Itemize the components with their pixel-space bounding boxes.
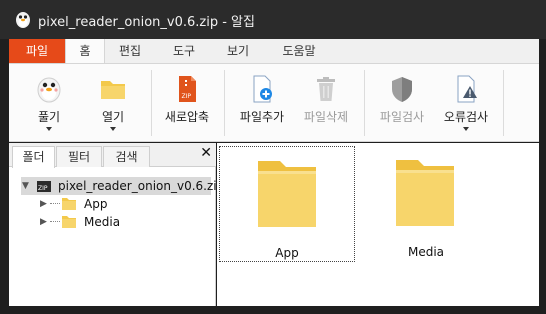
extract-mascot-icon <box>37 77 61 103</box>
tab-edit[interactable]: 편집 <box>107 39 153 63</box>
app-window: pixel_reader_onion_v0.6.zip - 알집 파일 홈 편집… <box>0 0 546 314</box>
add-file-button[interactable]: 파일추가 <box>231 70 293 140</box>
tab-filter[interactable]: 필터 <box>56 146 102 167</box>
tree-item-label: App <box>84 197 108 211</box>
check-file-button[interactable]: 파일검사 <box>371 70 433 140</box>
file-list-pane: App Media <box>217 143 539 306</box>
folder-icon <box>62 216 76 228</box>
tree-item-media[interactable]: ▶ Media <box>40 213 200 231</box>
left-pane-tabs: 폴더 필터 검색 ✕ <box>9 143 216 168</box>
error-check-button[interactable]: 오류검사 <box>435 70 497 140</box>
extract-button[interactable]: 풀기 <box>18 70 80 140</box>
tree-item-app[interactable]: ▶ App <box>40 195 200 213</box>
tab-home[interactable]: 홈 <box>65 39 105 64</box>
delete-file-label: 파일삭제 <box>303 110 349 124</box>
penguin-mascot-icon <box>16 12 30 28</box>
chevron-down-icon <box>46 127 52 131</box>
tree-connector <box>50 221 60 222</box>
new-zip-label: 새로압축 <box>164 110 210 124</box>
ribbon-toolbar: 풀기 열기 ZIP 새로압축 파일추가 파일삭제 파일검사 오류검사 <box>9 63 539 142</box>
collapse-arrow-icon[interactable]: ▼ <box>22 177 32 195</box>
error-check-label: 오류검사 <box>443 110 489 124</box>
open-label: 열기 <box>101 110 125 124</box>
file-item-name: Media <box>407 245 445 259</box>
expand-arrow-icon[interactable]: ▶ <box>40 195 50 213</box>
add-file-icon <box>253 75 272 103</box>
toolbar-divider <box>503 70 504 136</box>
chevron-down-icon <box>110 127 116 131</box>
open-folder-icon <box>101 81 125 99</box>
tree-item-label: Media <box>84 215 121 229</box>
tab-view[interactable]: 보기 <box>215 39 261 63</box>
toolbar-divider <box>224 70 225 136</box>
svg-text:ZIP: ZIP <box>182 93 192 100</box>
trash-icon <box>317 77 335 101</box>
window-bottom-border <box>9 306 539 314</box>
shield-icon <box>392 77 412 102</box>
close-icon[interactable]: ✕ <box>200 145 212 161</box>
check-file-label: 파일검사 <box>379 110 425 124</box>
zip-archive-icon: ZIP <box>37 181 51 192</box>
expand-arrow-icon[interactable]: ▶ <box>40 213 50 231</box>
toolbar-divider <box>364 70 365 136</box>
open-button[interactable]: 열기 <box>82 70 144 140</box>
extract-label: 풀기 <box>37 110 61 124</box>
folder-icon <box>396 160 454 226</box>
file-item-app[interactable]: App <box>219 146 355 262</box>
new-zip-button[interactable]: ZIP 새로압축 <box>156 70 218 140</box>
tree-root[interactable]: ▼ ZIP pixel_reader_onion_v0.6.zip <box>21 177 224 195</box>
delete-file-button[interactable]: 파일삭제 <box>295 70 357 140</box>
warning-file-icon <box>457 75 477 103</box>
tab-search[interactable]: 검색 <box>103 146 150 167</box>
ribbon-tab-bar: 파일 홈 편집 도구 보기 도움말 <box>9 39 539 64</box>
tree-connector <box>50 203 60 204</box>
add-file-label: 파일추가 <box>239 110 285 124</box>
svg-text:ZIP: ZIP <box>38 185 48 192</box>
tab-tools[interactable]: 도구 <box>161 39 207 63</box>
tree-root-label: pixel_reader_onion_v0.6.zip <box>58 179 225 193</box>
file-item-name: App <box>275 246 299 260</box>
tab-folders[interactable]: 폴더 <box>12 146 55 168</box>
chevron-down-icon <box>463 127 469 131</box>
toolbar-divider <box>151 70 152 136</box>
file-item-media[interactable]: Media <box>358 146 494 262</box>
folder-tree-pane: 폴더 필터 검색 ✕ ▼ ZIP pixel_reader_onion_v0.6… <box>9 143 224 306</box>
tab-file[interactable]: 파일 <box>9 39 65 63</box>
folder-icon <box>62 198 76 210</box>
zip-file-icon: ZIP <box>179 76 196 102</box>
window-title: pixel_reader_onion_v0.6.zip - 알집 <box>38 15 255 30</box>
tab-help[interactable]: 도움말 <box>271 39 327 63</box>
folder-icon <box>258 161 316 227</box>
title-bar: pixel_reader_onion_v0.6.zip - 알집 <box>0 0 546 39</box>
